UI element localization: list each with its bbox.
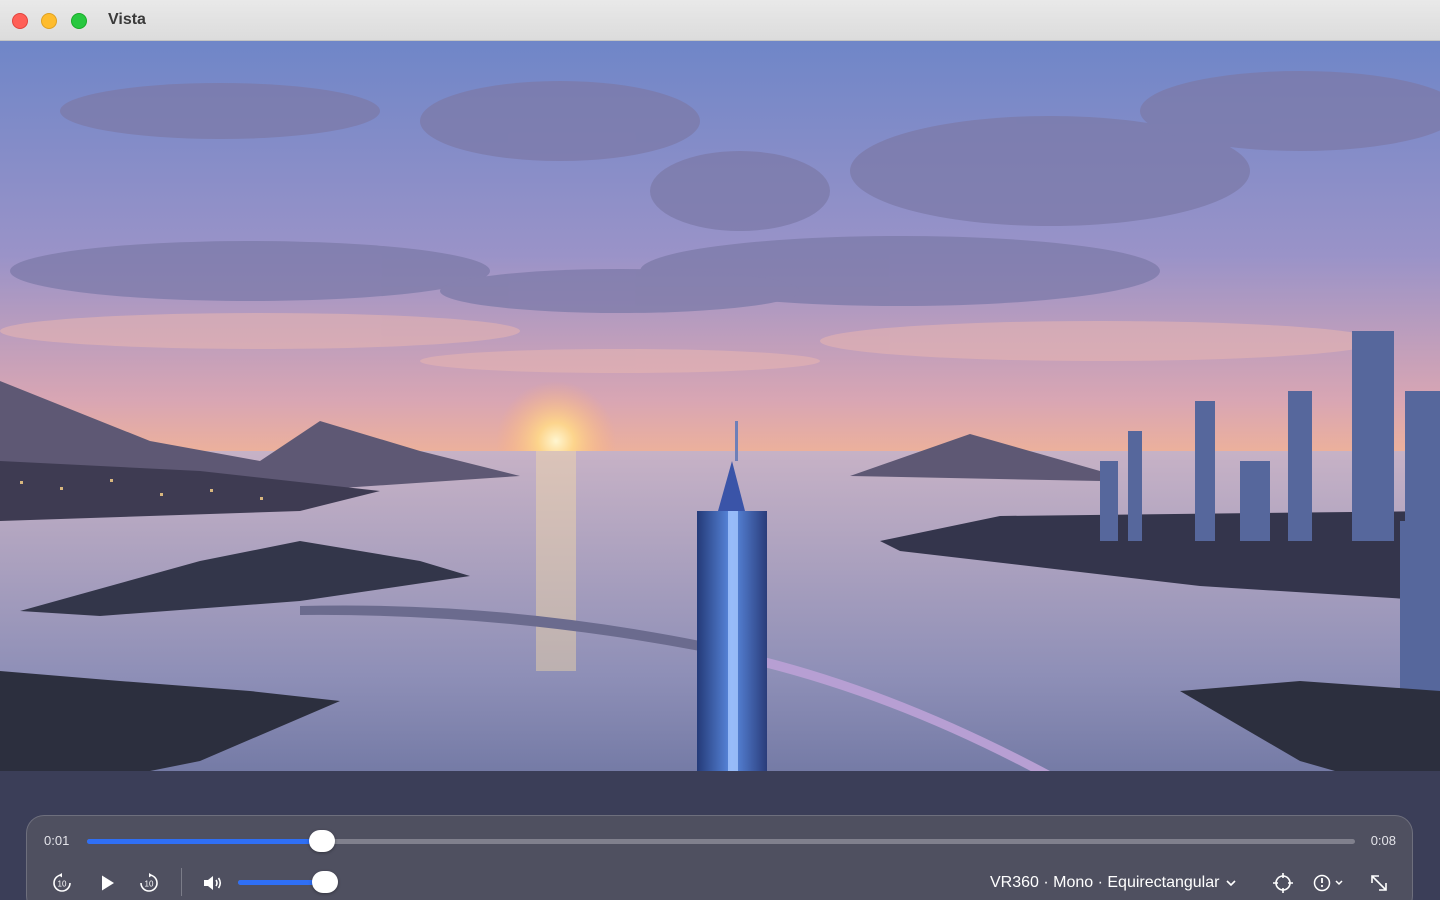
volume-slider[interactable] <box>238 871 339 893</box>
speaker-volume-icon <box>204 876 222 890</box>
window-title: Vista <box>108 11 146 28</box>
zoom-window-button[interactable] <box>71 13 87 29</box>
playback-controls: 0:01 0:08 10 10 VR360 · Mono · Equirecta… <box>26 815 1413 900</box>
chevron-down-icon <box>1226 880 1237 887</box>
projection-menu[interactable]: VR360 · Mono · Equirectangular <box>990 872 1237 894</box>
seek-bar-progress <box>87 839 322 844</box>
svg-text:10: 10 <box>58 880 67 889</box>
svg-text:10: 10 <box>145 880 154 889</box>
video-viewport[interactable]: 0:01 0:08 10 10 VR360 · Mono · Equirecta… <box>0 41 1440 900</box>
volume-slider-handle[interactable] <box>312 871 339 893</box>
current-time: 0:01 <box>44 833 70 848</box>
controls-divider <box>181 868 182 896</box>
mute-button[interactable] <box>201 872 225 894</box>
title-bar[interactable]: Vista <box>0 0 1440 41</box>
minimize-window-button[interactable] <box>41 13 57 29</box>
expand-arrows-icon <box>1371 875 1387 891</box>
skip-back-10-button[interactable]: 10 <box>51 872 73 894</box>
skip-back-10-icon: 10 <box>53 873 71 892</box>
recenter-button[interactable] <box>1272 872 1294 894</box>
panorama-frame <box>0 41 1440 900</box>
play-icon <box>102 875 114 891</box>
skip-forward-10-button[interactable]: 10 <box>138 872 160 894</box>
close-window-button[interactable] <box>12 13 28 29</box>
app-window: Vista 0:01 0:08 10 10 VR360 · Mono · Equ… <box>0 0 1440 900</box>
seek-bar-handle[interactable] <box>308 830 335 852</box>
seek-bar[interactable] <box>87 830 1355 852</box>
projection-label: VR360 · Mono · Equirectangular <box>990 874 1220 891</box>
duration: 0:08 <box>1370 833 1396 848</box>
compass-menu-icon <box>1313 874 1343 892</box>
skip-forward-10-icon: 10 <box>140 873 158 892</box>
crosshair-icon <box>1273 873 1293 893</box>
view-options-menu[interactable] <box>1312 872 1346 894</box>
fullscreen-button[interactable] <box>1368 872 1390 894</box>
play-button[interactable] <box>96 872 118 894</box>
